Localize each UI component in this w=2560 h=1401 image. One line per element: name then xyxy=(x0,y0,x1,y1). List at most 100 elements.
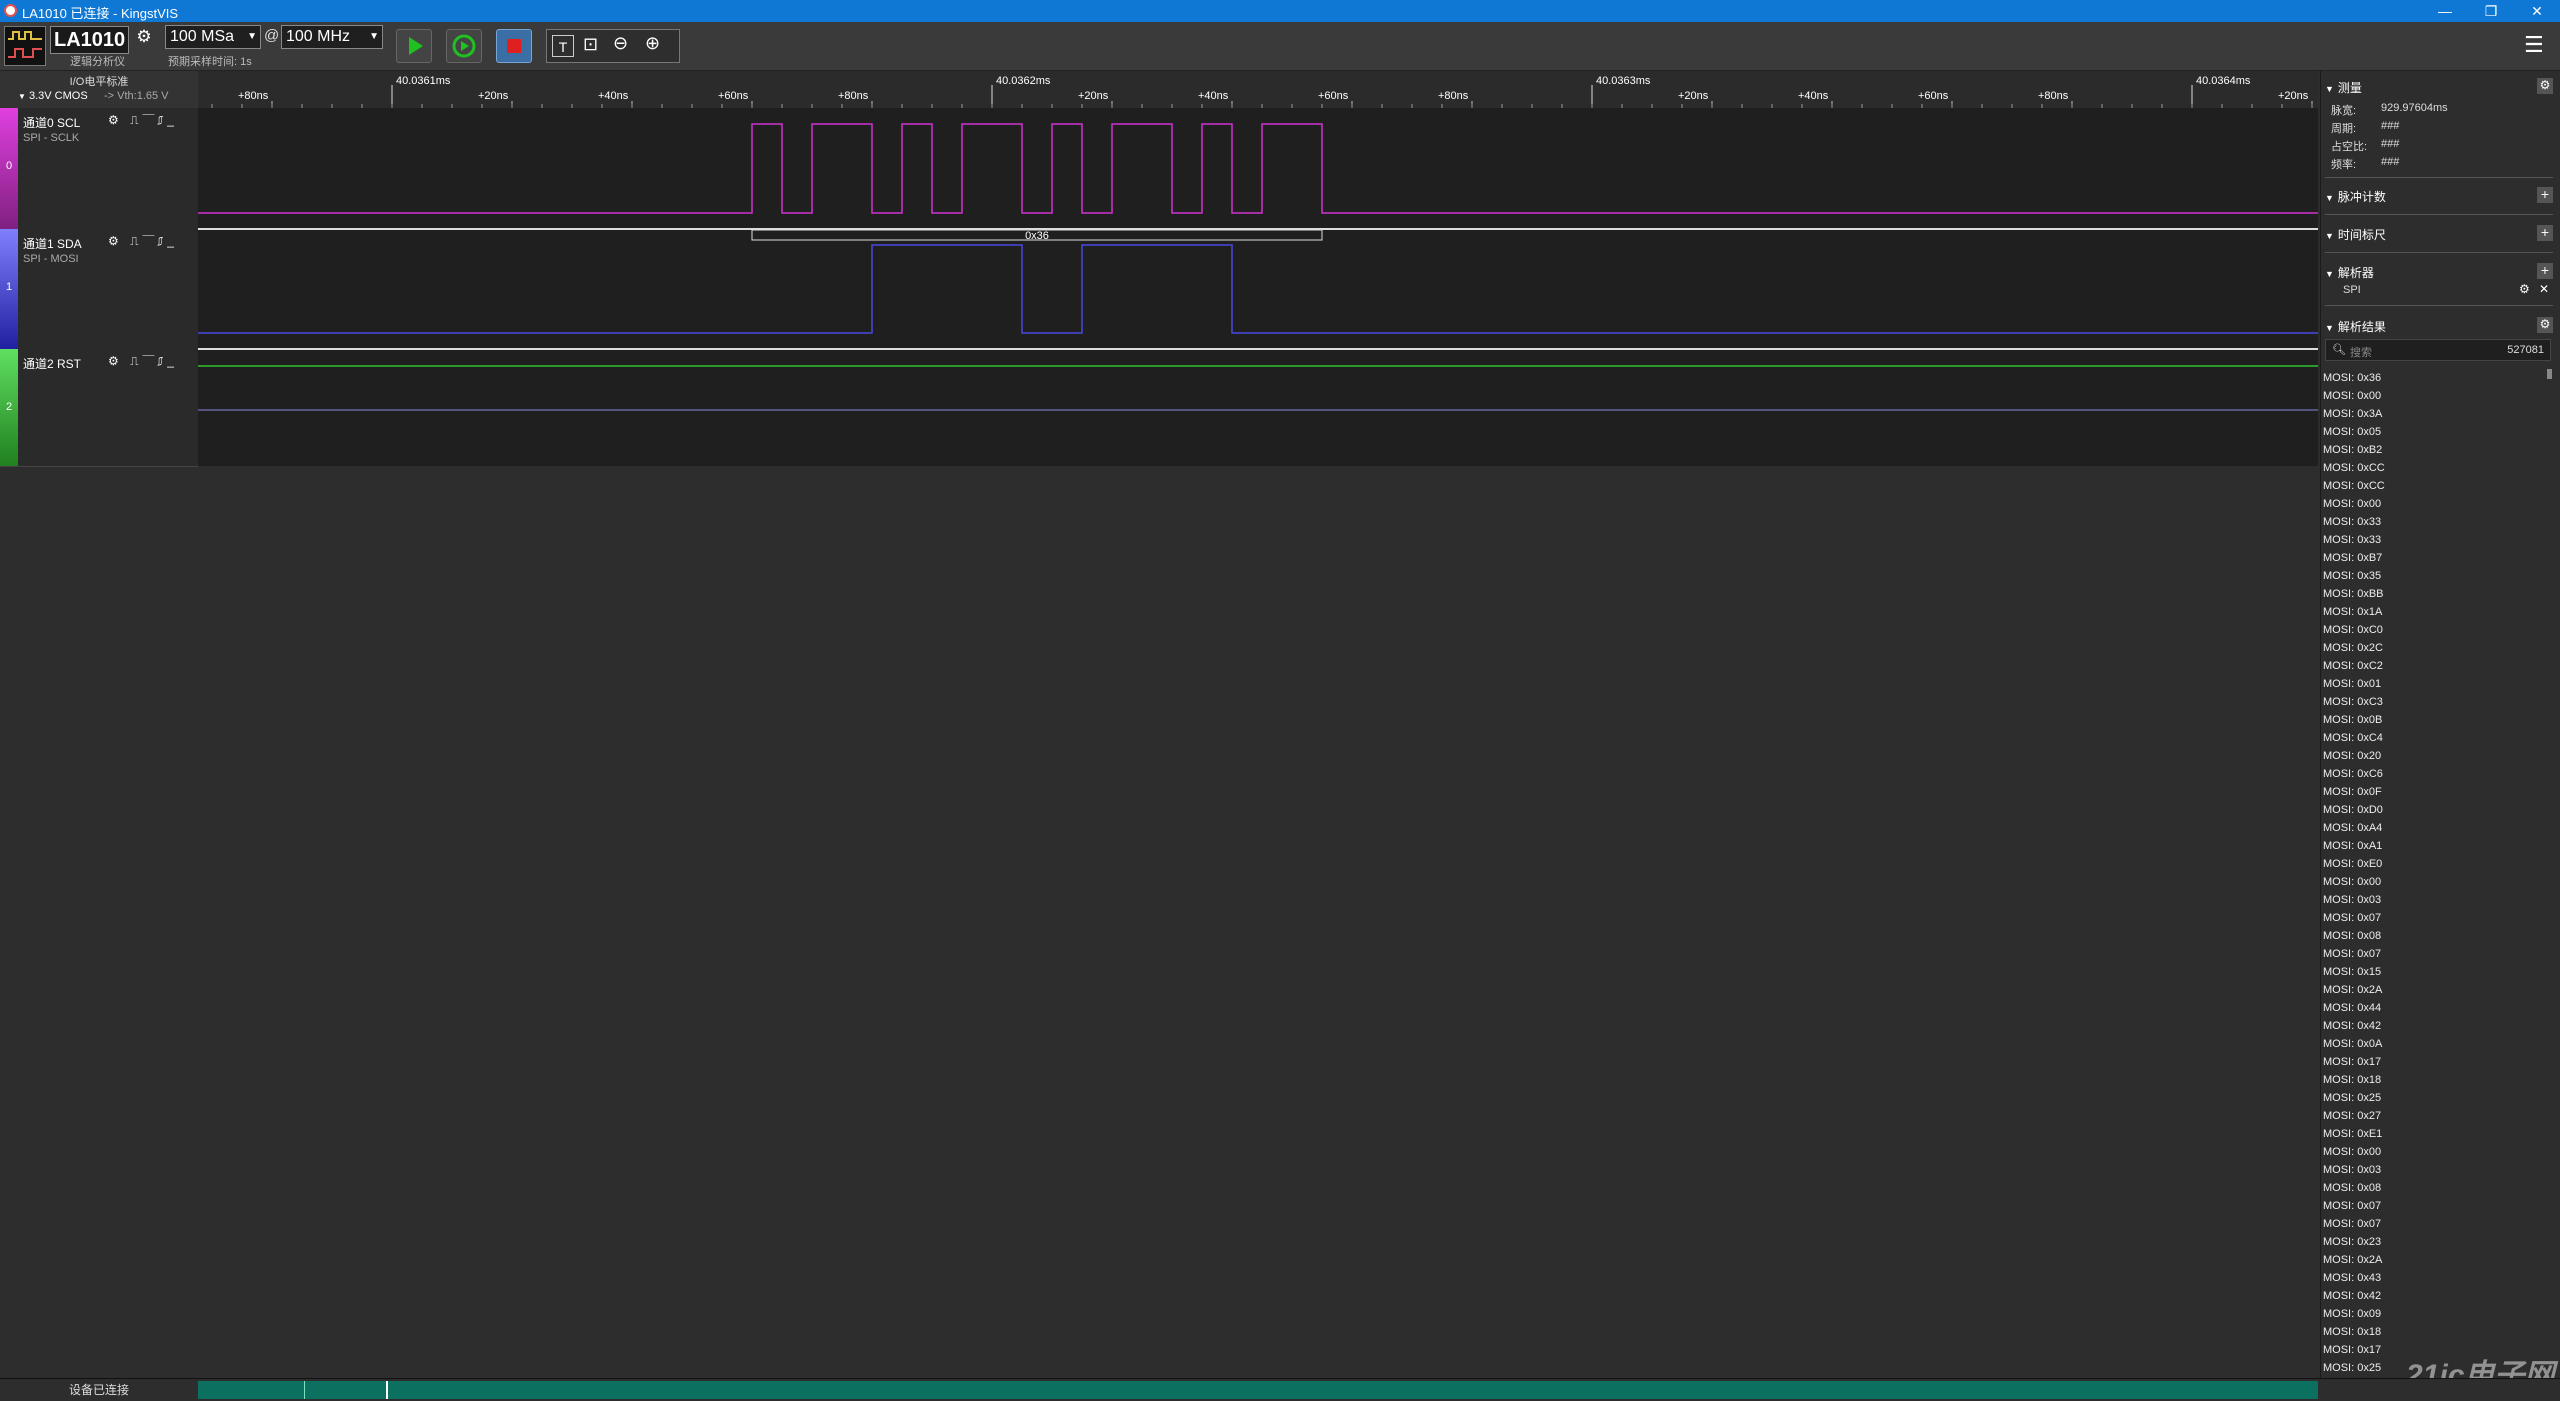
time-ruler-section[interactable]: ▼ 时间标尺 xyxy=(2325,226,2386,243)
close-icon[interactable]: ✕ xyxy=(2539,282,2549,296)
analyzer-section[interactable]: ▼ 解析器 xyxy=(2325,264,2374,281)
result-row[interactable]: MOSI: 0xC3 xyxy=(2323,693,2553,711)
waveform-plot[interactable]: 0x36 xyxy=(198,108,2318,466)
result-row[interactable]: MOSI: 0xA4 xyxy=(2323,819,2553,837)
channel-name[interactable]: 通道2 RST xyxy=(23,355,81,372)
result-row[interactable]: MOSI: 0xB2 xyxy=(2323,441,2553,459)
result-row[interactable]: MOSI: 0x08 xyxy=(2323,927,2553,945)
zoom-in-icon[interactable]: ⊕ xyxy=(645,33,660,54)
gear-icon[interactable]: ⚙ xyxy=(2519,282,2530,296)
pulse-count-section[interactable]: ▼ 脉冲计数 xyxy=(2325,188,2386,205)
result-row[interactable]: MOSI: 0x00 xyxy=(2323,1143,2553,1161)
result-row[interactable]: MOSI: 0x1A xyxy=(2323,603,2553,621)
search-input[interactable]: 搜索 xyxy=(2350,344,2372,360)
result-row[interactable]: MOSI: 0x18 xyxy=(2323,1071,2553,1089)
result-row[interactable]: MOSI: 0x07 xyxy=(2323,909,2553,927)
time-ruler[interactable]: +80ns 40.0361ms +20ns +40ns +60ns +80ns 40.036… xyxy=(198,71,2318,110)
overview-bar[interactable] xyxy=(198,1381,2318,1399)
add-icon[interactable]: + xyxy=(2537,225,2553,241)
result-row[interactable]: MOSI: 0x15 xyxy=(2323,963,2553,981)
channel-name[interactable]: 通道1 SDA xyxy=(23,235,82,252)
zoom-out-icon[interactable]: ⊖ xyxy=(613,33,628,54)
result-row[interactable]: MOSI: 0x01 xyxy=(2323,675,2553,693)
result-row[interactable]: MOSI: 0x23 xyxy=(2323,1233,2553,1251)
result-row[interactable]: MOSI: 0x42 xyxy=(2323,1287,2553,1305)
result-row[interactable]: MOSI: 0xB7 xyxy=(2323,549,2553,567)
add-icon[interactable]: + xyxy=(2537,263,2553,279)
repeat-start-button[interactable] xyxy=(446,29,482,63)
results-section[interactable]: ▼ 解析结果 xyxy=(2325,318,2386,335)
measure-section[interactable]: ▼ 测量 xyxy=(2325,79,2362,96)
result-row[interactable]: MOSI: 0x2C xyxy=(2323,639,2553,657)
minimize-button[interactable]: — xyxy=(2422,0,2468,22)
result-row[interactable]: MOSI: 0xA1 xyxy=(2323,837,2553,855)
result-row[interactable]: MOSI: 0x07 xyxy=(2323,1215,2553,1233)
result-row[interactable]: MOSI: 0x17 xyxy=(2323,1053,2553,1071)
channel-trigger-icons[interactable]: ⚙ ⎍⎺⎎_ xyxy=(108,113,178,128)
result-row[interactable]: MOSI: 0x20 xyxy=(2323,747,2553,765)
channel-2-panel[interactable]: 2 通道2 RST ⚙ ⎍⎺⎎_ xyxy=(0,349,198,467)
result-row[interactable]: MOSI: 0x0A xyxy=(2323,1035,2553,1053)
start-button[interactable] xyxy=(396,29,432,63)
result-row[interactable]: MOSI: 0xC2 xyxy=(2323,657,2553,675)
result-row[interactable]: MOSI: 0xCC xyxy=(2323,477,2553,495)
result-row[interactable]: MOSI: 0x05 xyxy=(2323,423,2553,441)
search-box[interactable]: 🔍︎ 搜索 527081 xyxy=(2325,339,2551,361)
results-scrollbar[interactable] xyxy=(2547,369,2552,379)
device-name[interactable]: LA1010 xyxy=(50,26,130,54)
result-row[interactable]: MOSI: 0x00 xyxy=(2323,495,2553,513)
stop-button[interactable] xyxy=(496,29,532,63)
channel-name[interactable]: 通道0 SCL xyxy=(23,114,80,131)
close-button[interactable]: ✕ xyxy=(2514,0,2560,22)
result-row[interactable]: MOSI: 0x42 xyxy=(2323,1017,2553,1035)
result-row[interactable]: MOSI: 0x43 xyxy=(2323,1269,2553,1287)
result-row[interactable]: MOSI: 0x35 xyxy=(2323,567,2553,585)
result-row[interactable]: MOSI: 0xBB xyxy=(2323,585,2553,603)
overview-cursor[interactable] xyxy=(386,1381,388,1399)
result-row[interactable]: MOSI: 0x2A xyxy=(2323,1251,2553,1269)
channel-1-panel[interactable]: 1 通道1 SDA SPI - MOSI ⚙ ⎍⎺⎎_ xyxy=(0,229,198,350)
text-cursor-icon[interactable]: T xyxy=(552,35,574,57)
result-row[interactable]: MOSI: 0x03 xyxy=(2323,891,2553,909)
channel-trigger-icons[interactable]: ⚙ ⎍⎺⎎_ xyxy=(108,234,178,249)
result-row[interactable]: MOSI: 0x27 xyxy=(2323,1107,2553,1125)
result-row[interactable]: MOSI: 0x07 xyxy=(2323,1197,2553,1215)
device-settings-icon[interactable]: ⚙ xyxy=(133,27,155,51)
result-row[interactable]: MOSI: 0xD0 xyxy=(2323,801,2553,819)
result-row[interactable]: MOSI: 0xC0 xyxy=(2323,621,2553,639)
result-row[interactable]: MOSI: 0xE1 xyxy=(2323,1125,2553,1143)
result-row[interactable]: MOSI: 0x03 xyxy=(2323,1161,2553,1179)
zoom-fit-icon[interactable]: ⊡ xyxy=(583,34,598,55)
io-level-select[interactable]: ▼ 3.3V CMOS xyxy=(18,90,88,102)
result-row[interactable]: MOSI: 0x0B xyxy=(2323,711,2553,729)
result-row[interactable]: MOSI: 0x09 xyxy=(2323,1305,2553,1323)
result-row[interactable]: MOSI: 0xC6 xyxy=(2323,765,2553,783)
result-row[interactable]: MOSI: 0x33 xyxy=(2323,531,2553,549)
channel-trigger-icons[interactable]: ⚙ ⎍⎺⎎_ xyxy=(108,354,178,369)
channel-0-panel[interactable]: 0 通道0 SCL SPI - SCLK ⚙ ⎍⎺⎎_ xyxy=(0,108,198,230)
result-row[interactable]: MOSI: 0x00 xyxy=(2323,387,2553,405)
result-row[interactable]: MOSI: 0x36 xyxy=(2323,369,2553,387)
gear-icon[interactable]: ⚙ xyxy=(2537,317,2553,333)
frequency-select[interactable]: 100 MHz ▼ xyxy=(281,25,383,49)
result-row[interactable]: MOSI: 0x07 xyxy=(2323,945,2553,963)
add-icon[interactable]: + xyxy=(2537,187,2553,203)
result-row[interactable]: MOSI: 0xC4 xyxy=(2323,729,2553,747)
analyzer-spi-item[interactable]: SPI xyxy=(2343,284,2361,296)
result-row[interactable]: MOSI: 0x08 xyxy=(2323,1179,2553,1197)
result-row[interactable]: MOSI: 0xCC xyxy=(2323,459,2553,477)
result-row[interactable]: MOSI: 0x44 xyxy=(2323,999,2553,1017)
result-row[interactable]: MOSI: 0x33 xyxy=(2323,513,2553,531)
menu-icon[interactable]: ☰ xyxy=(2524,32,2544,58)
result-row[interactable]: MOSI: 0x00 xyxy=(2323,873,2553,891)
gear-icon[interactable]: ⚙ xyxy=(2537,78,2553,94)
result-row[interactable]: MOSI: 0x3A xyxy=(2323,405,2553,423)
result-row[interactable]: MOSI: 0x18 xyxy=(2323,1323,2553,1341)
results-list[interactable]: MOSI: 0x36 MOSI: 0x00 MOSI: 0x3A MOSI: 0x05… xyxy=(2323,369,2553,1377)
result-row[interactable]: MOSI: 0xE0 xyxy=(2323,855,2553,873)
result-row[interactable]: MOSI: 0x0F xyxy=(2323,783,2553,801)
result-row[interactable]: MOSI: 0x2A xyxy=(2323,981,2553,999)
restore-button[interactable]: ❐ xyxy=(2468,0,2514,22)
sample-rate-select[interactable]: 100 MSa ▼ xyxy=(165,25,261,49)
result-row[interactable]: MOSI: 0x25 xyxy=(2323,1089,2553,1107)
